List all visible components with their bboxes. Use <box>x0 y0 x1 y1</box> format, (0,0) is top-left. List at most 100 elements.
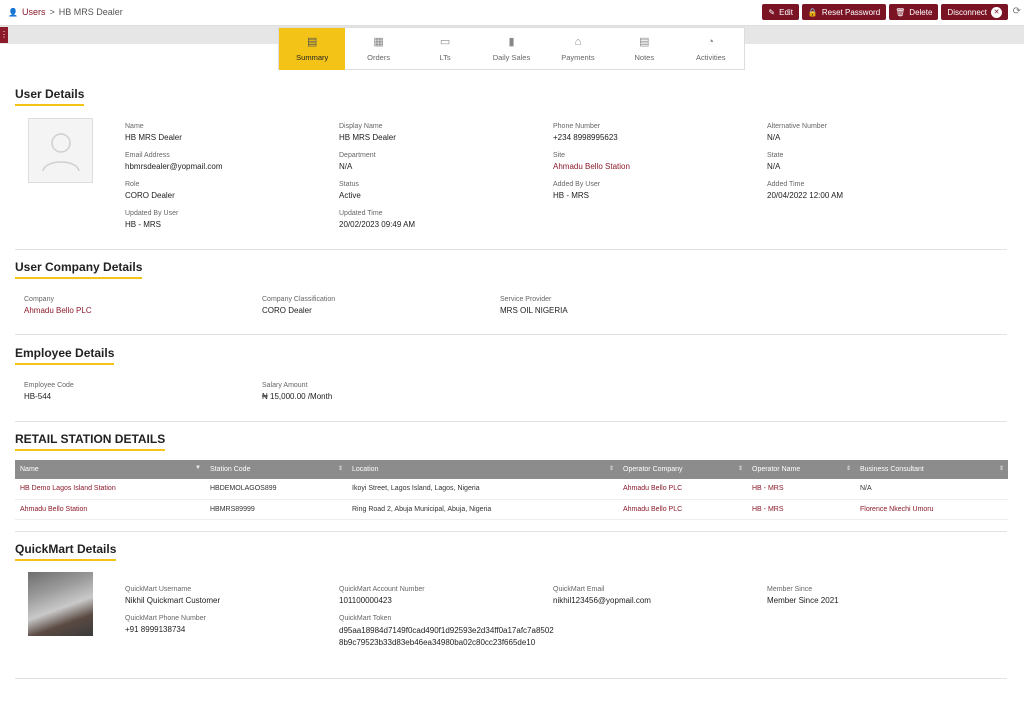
tab-payments-label: Payments <box>561 52 595 62</box>
tab-orders[interactable]: ▦ Orders <box>345 28 411 70</box>
operator-name-link[interactable]: HB - MRS <box>747 499 855 520</box>
divider <box>15 531 1007 532</box>
divider <box>15 334 1007 335</box>
column-header[interactable]: Operator Company ⇕ <box>618 460 747 479</box>
disconnect-label: Disconnect <box>947 7 987 17</box>
tab-lts-label: LTs <box>439 52 451 62</box>
edit-label: Edit <box>779 7 793 17</box>
tab-lts[interactable]: ▭ LTs <box>412 28 478 70</box>
field-value: Nikhil Quickmart Customer <box>125 596 221 605</box>
field-label: Name <box>125 123 144 130</box>
column-header[interactable]: Name ▼ <box>15 460 205 479</box>
column-header[interactable]: Location ⇕ <box>347 460 618 479</box>
reset-password-button[interactable]: 🔒 Reset Password <box>801 4 887 20</box>
breadcrumb-current: HB MRS Dealer <box>58 7 123 17</box>
field-label: Added Time <box>767 181 805 188</box>
field-value: ₦ 15,000.00 /Month <box>262 392 333 401</box>
field-updated-by: Updated By User HB - MRS <box>125 210 178 229</box>
tab-notes[interactable]: ▤ Notes <box>611 28 677 70</box>
divider <box>15 678 1007 679</box>
divider <box>15 421 1007 422</box>
field-label: Role <box>125 181 140 188</box>
business-consultant-cell: N/A <box>855 479 1008 500</box>
tab-bar: ▤ Summary ▦ Orders ▭ LTs ▮ Daily Sales ⌂ Paym… <box>278 27 745 70</box>
breadcrumb-users-link[interactable]: Users <box>22 7 46 17</box>
station-code-cell: HBDEMOLAGOS899 <box>205 479 347 500</box>
quickmart-details-title: QuickMart Details <box>15 542 117 561</box>
field-service-provider: Service Provider MRS OIL NIGERIA <box>500 296 568 315</box>
field-email: Email Address hbmrsdealer@yopmail.com <box>125 152 223 171</box>
field-label: Salary Amount <box>262 382 308 389</box>
edit-button[interactable]: ✎ Edit <box>762 4 799 20</box>
field-value: 20/02/2023 09:49 AM <box>339 220 416 229</box>
avatar <box>28 118 93 183</box>
column-header-label: Name <box>20 466 39 473</box>
lock-icon: 🔒 <box>807 7 818 17</box>
field-label: QuickMart Phone Number <box>125 615 206 622</box>
employee-details-title: Employee Details <box>15 346 115 365</box>
field-value: +234 8998995623 <box>553 133 618 142</box>
field-member-since: Member Since Member Since 2021 <box>767 586 839 605</box>
field-label: QuickMart Account Number <box>339 586 425 593</box>
station-name-link[interactable]: Ahmadu Bello Station <box>15 499 205 520</box>
lts-icon: ▭ <box>439 35 451 48</box>
operator-name-link[interactable]: HB - MRS <box>747 479 855 500</box>
station-name-link[interactable]: HB Demo Lagos Island Station <box>15 479 205 500</box>
field-value: CORO Dealer <box>262 306 312 315</box>
field-value: 101100000423 <box>339 596 392 605</box>
field-label: Added By User <box>553 181 601 188</box>
disconnect-button[interactable]: Disconnect ✕ <box>941 4 1008 20</box>
operator-company-link[interactable]: Ahmadu Bello PLC <box>618 499 747 520</box>
field-label: Department <box>339 152 376 159</box>
operator-company-link[interactable]: Ahmadu Bello PLC <box>618 479 747 500</box>
tab-payments[interactable]: ⌂ Payments <box>545 28 611 70</box>
field-label: Alternative Number <box>767 123 827 130</box>
column-header[interactable]: Business Consultant ⇕ <box>855 460 1008 479</box>
column-header[interactable]: Operator Name ⇕ <box>747 460 855 479</box>
field-value: HB MRS Dealer <box>339 133 396 142</box>
summary-icon: ▤ <box>307 35 318 48</box>
field-value: nikhil123456@yopmail.com <box>553 596 651 605</box>
sort-icon: ⇕ <box>737 466 743 472</box>
column-header-label: Business Consultant <box>860 466 924 473</box>
company-link[interactable]: Ahmadu Bello PLC <box>24 306 92 315</box>
field-value: HB MRS Dealer <box>125 133 182 142</box>
tab-summary-label: Summary <box>296 52 329 62</box>
field-display-name: Display Name HB MRS Dealer <box>339 123 396 142</box>
sort-icon: ⇕ <box>337 466 343 472</box>
user-icon: 👤 <box>8 7 18 17</box>
field-label: Employee Code <box>24 382 74 389</box>
column-header[interactable]: Station Code ⇕ <box>205 460 347 479</box>
tab-daily-sales[interactable]: ▮ Daily Sales <box>478 28 544 70</box>
sort-icon: ⇕ <box>998 466 1004 472</box>
field-label: Status <box>339 181 359 188</box>
business-consultant-link[interactable]: Florence Nkechi Umoru <box>855 499 1008 520</box>
field-quickmart-email: QuickMart Email nikhil123456@yopmail.com <box>553 586 651 605</box>
retail-stations-table: Name ▼ Station Code ⇕ Location ⇕ Operator C… <box>15 460 1008 520</box>
top-bar: 👤 Users > HB MRS Dealer ✎ Edit 🔒 Reset Pas… <box>0 0 1024 26</box>
field-value: HB-544 <box>24 392 52 401</box>
field-label: QuickMart Username <box>125 586 192 593</box>
tab-summary[interactable]: ▤ Summary <box>279 28 346 70</box>
refresh-icon[interactable]: ⟳ <box>1013 6 1021 17</box>
field-alternative-number: Alternative Number N/A <box>767 123 827 142</box>
field-label: Service Provider <box>500 296 552 303</box>
field-value: hbmrsdealer@yopmail.com <box>125 162 223 171</box>
field-added-by: Added By User HB - MRS <box>553 181 600 200</box>
location-cell: Ikoyi Street, Lagos Island, Lagos, Niger… <box>347 479 618 500</box>
field-company-classification: Company Classification CORO Dealer <box>262 296 335 315</box>
field-value: N/A <box>767 162 781 171</box>
field-value: +91 8999138734 <box>125 625 186 634</box>
site-link[interactable]: Ahmadu Bello Station <box>553 162 630 171</box>
user-details-title: User Details <box>15 87 85 106</box>
location-cell: Ring Road 2, Abuja Municipal, Abuja, Nig… <box>347 499 618 520</box>
field-value: 20/04/2022 12:00 AM <box>767 191 844 200</box>
field-quickmart-token: QuickMart Token d95aa18984d7149f0cad490f1… <box>339 615 554 649</box>
field-value: N/A <box>767 133 781 142</box>
delete-button[interactable]: 🗑 Delete <box>889 4 939 20</box>
tab-activities[interactable]: ◔ Activities <box>678 28 744 70</box>
pencil-icon: ✎ <box>768 7 776 17</box>
field-company: Company Ahmadu Bello PLC <box>24 296 92 315</box>
quickmart-store-photo <box>28 572 93 636</box>
side-menu-handle-icon[interactable]: ⋮ <box>0 27 8 43</box>
